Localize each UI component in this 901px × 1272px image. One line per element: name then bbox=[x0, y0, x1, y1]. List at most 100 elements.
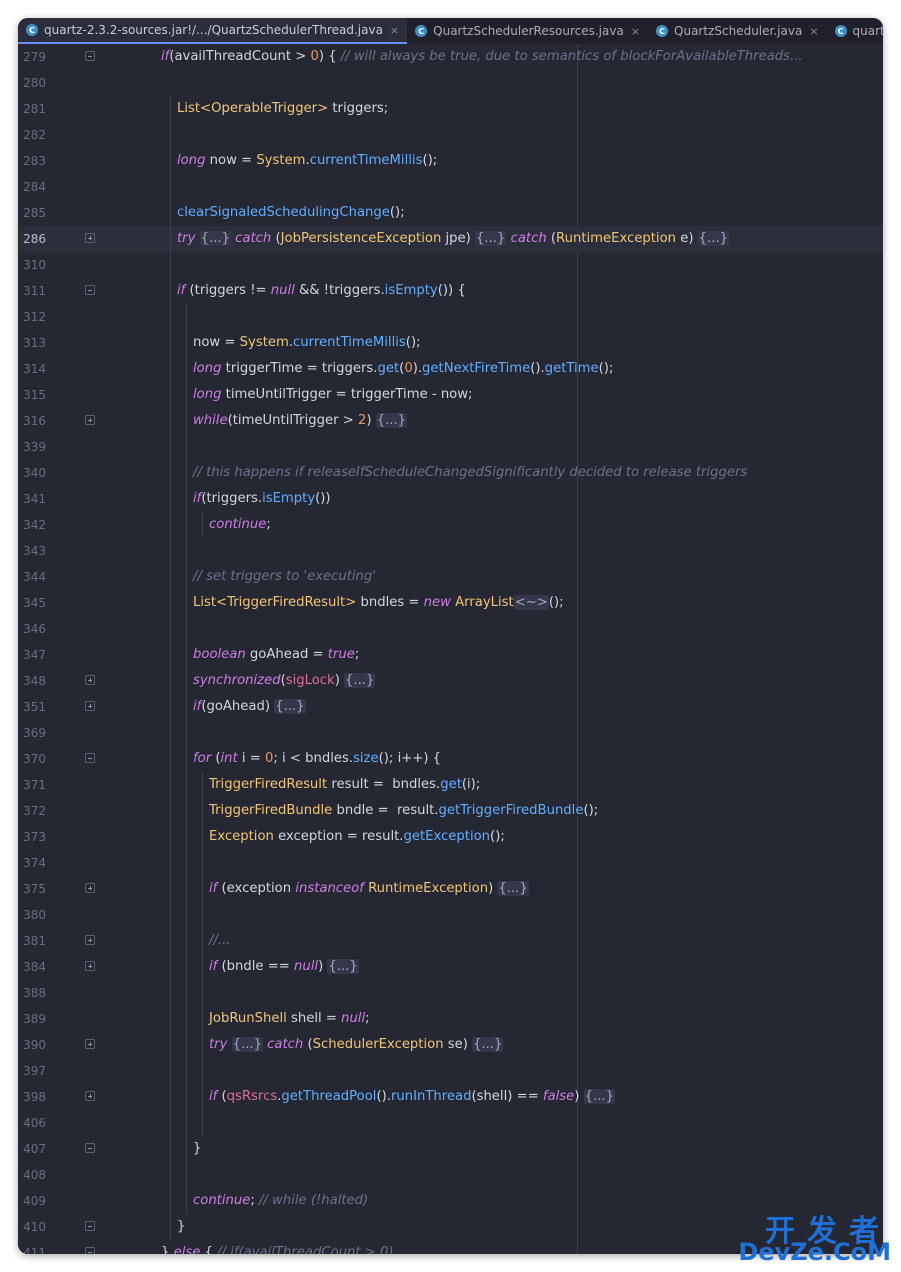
code-line[interactable]: 284 bbox=[18, 174, 883, 200]
code-line[interactable]: 388 bbox=[18, 980, 883, 1006]
code-line[interactable]: 348 synchronized(sigLock) {...} bbox=[18, 668, 883, 694]
code-token: while bbox=[193, 413, 228, 428]
code-line[interactable]: 389 JobRunShell shell = null; bbox=[18, 1006, 883, 1032]
line-number: 351 bbox=[23, 700, 46, 714]
code-line[interactable]: 344 // set triggers to 'executing' bbox=[18, 564, 883, 590]
expand-fold-icon[interactable] bbox=[85, 675, 95, 685]
code-line[interactable]: 315 long timeUntilTrigger = triggerTime -… bbox=[18, 382, 883, 408]
code-token: } bbox=[193, 1141, 202, 1156]
code-token: triggerTime = triggers. bbox=[221, 361, 378, 376]
code-line[interactable]: 369 bbox=[18, 720, 883, 746]
code-line[interactable]: 407} bbox=[18, 1136, 883, 1162]
code-line[interactable]: 397 bbox=[18, 1058, 883, 1084]
close-tab-icon[interactable]: × bbox=[809, 25, 818, 38]
code-line[interactable]: 285 clearSignaledSchedulingChange(); bbox=[18, 200, 883, 226]
code-line[interactable]: 282 bbox=[18, 122, 883, 148]
expand-fold-icon[interactable] bbox=[85, 883, 95, 893]
code-token: (). bbox=[376, 1089, 391, 1104]
expand-fold-icon[interactable] bbox=[85, 935, 95, 945]
code-line[interactable]: 286 try {...} catch (JobPersistenceExcept… bbox=[18, 226, 883, 252]
code-line[interactable]: 406 bbox=[18, 1110, 883, 1136]
code-line[interactable]: 370 for (int i = 0; i < bndles.size(); i+… bbox=[18, 746, 883, 772]
code-text: now = System.currentTimeMillis(); bbox=[193, 330, 421, 356]
line-number: 312 bbox=[23, 310, 46, 324]
code-line[interactable]: 398 if (qsRsrcs.getThreadPool().runInThre… bbox=[18, 1084, 883, 1110]
code-editor[interactable]: 279 if(availThreadCount > 0) { // will al… bbox=[18, 44, 883, 1254]
line-number: 370 bbox=[23, 752, 46, 766]
code-token: getNextFireTime bbox=[422, 361, 531, 376]
code-line[interactable]: 346 bbox=[18, 616, 883, 642]
line-number: 347 bbox=[23, 648, 46, 662]
line-number: 348 bbox=[23, 674, 46, 688]
code-text: if (triggers != null && !triggers.isEmpt… bbox=[177, 278, 466, 304]
line-number: 346 bbox=[23, 622, 46, 636]
code-token: get bbox=[440, 777, 462, 792]
collapse-fold-icon[interactable] bbox=[85, 753, 95, 763]
code-line[interactable]: 342 continue; bbox=[18, 512, 883, 538]
code-line[interactable]: 374 bbox=[18, 850, 883, 876]
expand-fold-icon[interactable] bbox=[85, 701, 95, 711]
code-token: {...} bbox=[375, 413, 408, 428]
code-line[interactable]: 347 boolean goAhead = true; bbox=[18, 642, 883, 668]
editor-tab[interactable]: C QuartzSchedulerResources.java × bbox=[407, 18, 648, 44]
code-line[interactable]: 408 bbox=[18, 1162, 883, 1188]
collapse-fold-icon[interactable] bbox=[85, 1247, 95, 1254]
code-line[interactable]: 371 TriggerFiredResult result = bndles.ge… bbox=[18, 772, 883, 798]
code-line[interactable]: 280 bbox=[18, 70, 883, 96]
code-text: continue; bbox=[209, 512, 271, 538]
code-token: } bbox=[161, 1245, 174, 1254]
code-line[interactable]: 384 if (bndle == null) {...} bbox=[18, 954, 883, 980]
collapse-fold-icon[interactable] bbox=[85, 1221, 95, 1231]
close-tab-icon[interactable]: × bbox=[390, 24, 399, 37]
code-line[interactable]: 373 Exception exception = result.getExcep… bbox=[18, 824, 883, 850]
code-line[interactable]: 316 while(timeUntilTrigger > 2) {...} bbox=[18, 408, 883, 434]
code-token: {...} bbox=[274, 699, 306, 714]
code-line[interactable]: 313 now = System.currentTimeMillis(); bbox=[18, 330, 883, 356]
code-line[interactable]: 375 if (exception instanceof RuntimeExcep… bbox=[18, 876, 883, 902]
editor-tab[interactable]: Cquartz-2.3.0 bbox=[827, 18, 883, 44]
code-line[interactable]: 351 if(goAhead) {...} bbox=[18, 694, 883, 720]
code-line[interactable]: 339 bbox=[18, 434, 883, 460]
code-token: boolean bbox=[193, 647, 246, 662]
expand-fold-icon[interactable] bbox=[85, 233, 95, 243]
editor-tab[interactable]: Cquartz-2.3.2-sources.jar!/.../QuartzSch… bbox=[18, 18, 408, 44]
code-token: {...} bbox=[472, 1037, 504, 1052]
code-line[interactable]: 340 // this happens if releaseIfScheduleC… bbox=[18, 460, 883, 486]
editor-tab-label: quartz-2.3.0 bbox=[852, 24, 883, 38]
code-token: ( bbox=[271, 231, 281, 246]
code-line[interactable]: 279 if(availThreadCount > 0) { // will al… bbox=[18, 44, 883, 70]
code-line[interactable]: 311 if (triggers != null && !triggers.isE… bbox=[18, 278, 883, 304]
close-tab-icon[interactable]: × bbox=[631, 25, 640, 38]
code-token: ( bbox=[303, 1037, 313, 1052]
code-line[interactable]: 312 bbox=[18, 304, 883, 330]
code-line[interactable]: 310 bbox=[18, 252, 883, 278]
code-token: bndle = result. bbox=[332, 803, 439, 818]
code-token: clearSignaledSchedulingChange bbox=[177, 205, 390, 220]
collapse-fold-icon[interactable] bbox=[85, 51, 95, 61]
code-line[interactable]: 341 if(triggers.isEmpty()) bbox=[18, 486, 883, 512]
editor-tab[interactable]: C QuartzScheduler.java × bbox=[648, 18, 827, 44]
code-token: try bbox=[209, 1037, 228, 1052]
line-number: 344 bbox=[23, 570, 46, 584]
code-line[interactable]: 314 long triggerTime = triggers.get(0).ge… bbox=[18, 356, 883, 382]
expand-fold-icon[interactable] bbox=[85, 1091, 95, 1101]
code-token: JobPersistenceException bbox=[280, 231, 442, 246]
code-token: (); bbox=[548, 595, 564, 610]
watermark-en: DevZe.CoM bbox=[738, 1238, 891, 1266]
code-line[interactable]: 380 bbox=[18, 902, 883, 928]
expand-fold-icon[interactable] bbox=[85, 1039, 95, 1049]
code-line[interactable]: 390 try {...} catch (SchedulerException s… bbox=[18, 1032, 883, 1058]
collapse-fold-icon[interactable] bbox=[85, 285, 95, 295]
code-token: RuntimeException bbox=[556, 231, 677, 246]
expand-fold-icon[interactable] bbox=[85, 415, 95, 425]
code-line[interactable]: 281 List<OperableTrigger> triggers; bbox=[18, 96, 883, 122]
code-line[interactable]: 283 long now = System.currentTimeMillis()… bbox=[18, 148, 883, 174]
code-token: ) bbox=[366, 413, 376, 428]
expand-fold-icon[interactable] bbox=[85, 961, 95, 971]
code-line[interactable]: 372 TriggerFiredBundle bndle = result.get… bbox=[18, 798, 883, 824]
code-line[interactable]: 381 //... bbox=[18, 928, 883, 954]
code-line[interactable]: 345 List<TriggerFiredResult> bndles = new… bbox=[18, 590, 883, 616]
collapse-fold-icon[interactable] bbox=[85, 1143, 95, 1153]
code-line[interactable]: 343 bbox=[18, 538, 883, 564]
line-number: 374 bbox=[23, 856, 46, 870]
